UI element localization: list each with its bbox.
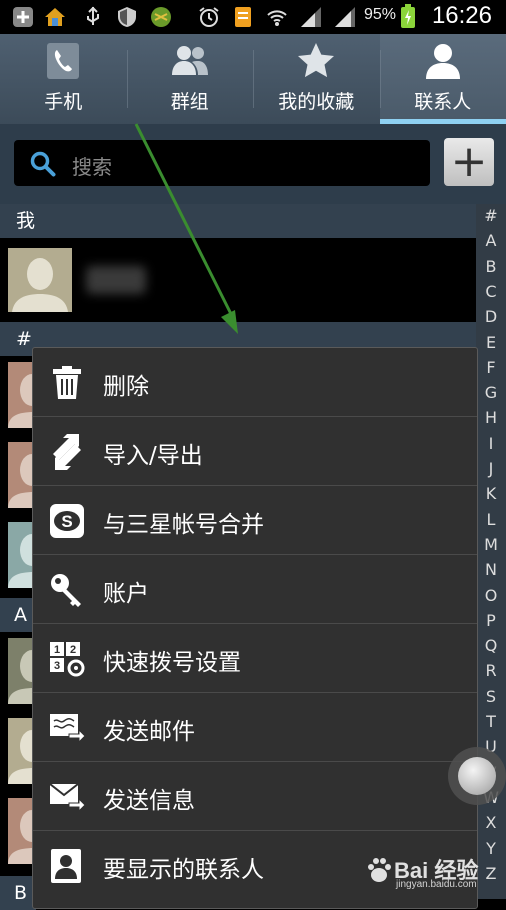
index-letter[interactable]: K <box>476 484 506 503</box>
svg-text:2: 2 <box>70 644 76 656</box>
wifi-icon <box>266 6 288 28</box>
index-letter[interactable]: # <box>476 206 506 225</box>
phone-icon <box>43 41 83 81</box>
tab-phone[interactable]: 手机 <box>0 34 127 124</box>
file-icon <box>232 6 254 28</box>
index-letter[interactable]: H <box>476 408 506 427</box>
svg-text:1: 1 <box>54 644 60 656</box>
signal-icon <box>334 6 356 28</box>
tab-label: 群组 <box>171 87 209 114</box>
index-letter[interactable]: Q <box>476 636 506 655</box>
search-placeholder: 搜索 <box>72 151 112 180</box>
shield-icon <box>116 6 138 28</box>
svg-text:3: 3 <box>54 660 60 672</box>
avatar <box>8 798 34 864</box>
message-icon <box>49 779 85 815</box>
avatar <box>8 362 34 428</box>
index-letter[interactable]: T <box>476 712 506 731</box>
index-letter[interactable]: I <box>476 434 506 453</box>
person-icon <box>423 41 463 81</box>
menu-item-send-email[interactable]: 发送邮件 <box>33 693 477 762</box>
section-header-a: A <box>0 598 36 632</box>
index-letter[interactable]: X <box>476 813 506 832</box>
menu-item-send-message[interactable]: 发送信息 <box>33 762 477 831</box>
search-bar: 搜索 + <box>0 124 506 204</box>
avatar <box>8 638 34 704</box>
contact-name-blurred <box>86 266 146 294</box>
clock: 16:26 <box>432 2 492 30</box>
floating-assist-button[interactable] <box>448 747 506 805</box>
avatar <box>8 442 34 508</box>
menu-item-delete[interactable]: 删除 <box>33 348 477 417</box>
index-letter[interactable]: M <box>476 535 506 554</box>
index-letter[interactable]: P <box>476 611 506 630</box>
index-letter[interactable]: D <box>476 307 506 326</box>
star-icon <box>296 41 336 81</box>
baidu-paw-icon <box>364 855 394 885</box>
menu-item-speed-dial[interactable]: 123 快速拨号设置 <box>33 624 477 693</box>
email-icon <box>49 710 85 746</box>
tab-label: 我的收藏 <box>278 87 354 114</box>
battery-charging-icon <box>400 4 416 28</box>
samsung-account-icon: S <box>49 503 85 539</box>
index-letter[interactable]: J <box>476 459 506 478</box>
contact-card-icon <box>49 848 85 884</box>
watermark: Bai 经验 jingyan.baidu.com <box>364 853 484 893</box>
index-letter[interactable]: N <box>476 560 506 579</box>
index-letter[interactable]: A <box>476 231 506 250</box>
search-icon <box>30 151 56 177</box>
usb-icon <box>82 6 104 28</box>
tab-label: 联系人 <box>414 87 471 114</box>
battery-percent: 95% <box>364 6 396 24</box>
my-profile-row[interactable] <box>0 238 476 320</box>
avatar <box>8 248 72 312</box>
import-export-icon <box>49 434 85 470</box>
game-icon <box>150 6 172 28</box>
options-menu: 删除 导入/导出 S 与三星帐号合并 账户 123 快速拨号设置 发送邮件 发送… <box>32 347 478 909</box>
alarm-icon <box>198 6 220 28</box>
section-header-me: 我 <box>0 204 476 238</box>
tab-contacts[interactable]: 联系人 <box>380 34 506 124</box>
avatar <box>8 522 34 588</box>
avatar <box>8 718 34 784</box>
index-letter[interactable]: S <box>476 687 506 706</box>
status-bar: 95% 16:26 <box>0 0 506 34</box>
index-letter[interactable]: F <box>476 358 506 377</box>
menu-item-accounts[interactable]: 账户 <box>33 555 477 624</box>
section-header-b: B <box>0 876 36 910</box>
group-icon <box>170 41 210 81</box>
add-icon <box>12 6 34 28</box>
tab-groups[interactable]: 群组 <box>127 34 254 124</box>
tab-bar: 手机 群组 我的收藏 联系人 <box>0 34 506 124</box>
key-icon <box>49 572 85 608</box>
index-letter[interactable]: G <box>476 383 506 402</box>
home-icon <box>44 6 66 28</box>
trash-icon <box>49 365 85 401</box>
menu-item-samsung-account[interactable]: S 与三星帐号合并 <box>33 486 477 555</box>
signal-icon <box>300 6 322 28</box>
index-letter[interactable]: E <box>476 333 506 352</box>
index-letter[interactable]: C <box>476 282 506 301</box>
index-letter[interactable]: R <box>476 661 506 680</box>
add-contact-button[interactable]: + <box>444 138 494 186</box>
index-letter[interactable]: O <box>476 586 506 605</box>
menu-item-import-export[interactable]: 导入/导出 <box>33 417 477 486</box>
speed-dial-icon: 123 <box>49 641 85 677</box>
tab-favorites[interactable]: 我的收藏 <box>253 34 380 124</box>
tab-label: 手机 <box>44 87 82 114</box>
index-letter[interactable]: L <box>476 510 506 529</box>
search-input[interactable]: 搜索 <box>14 140 430 186</box>
svg-text:S: S <box>61 512 72 531</box>
index-letter[interactable]: B <box>476 257 506 276</box>
